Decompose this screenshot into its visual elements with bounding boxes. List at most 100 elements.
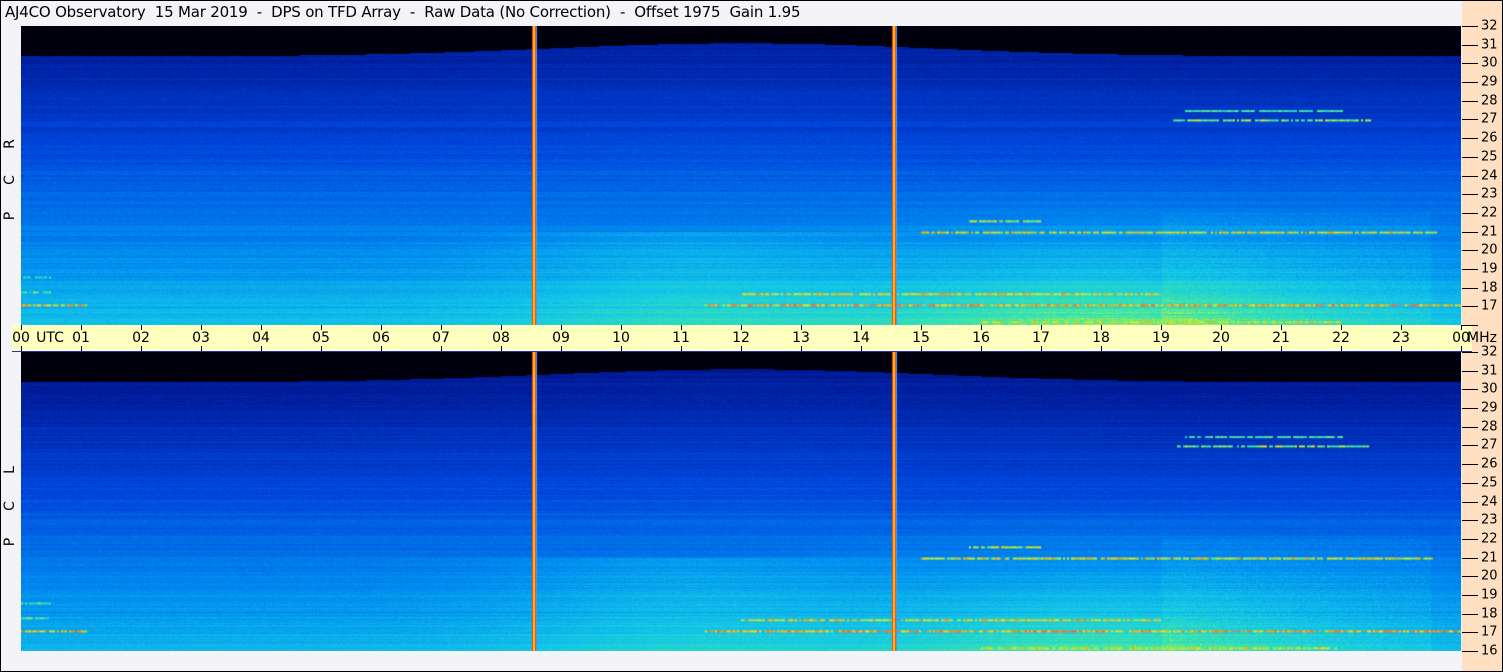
frequency-tick-mark — [1462, 594, 1478, 596]
frequency-tick-mark — [1462, 231, 1478, 233]
frequency-tick-label: 21 — [1481, 224, 1498, 240]
time-tick-mark — [681, 346, 682, 351]
frequency-tick-mark — [1462, 389, 1478, 391]
frequency-tick-mark — [1462, 352, 1478, 353]
frequency-tick-label: 27 — [1481, 437, 1498, 453]
frequency-tick-mark — [1462, 268, 1478, 270]
frequency-tick-label: 32 — [1481, 344, 1498, 360]
frequency-tick-mark — [1462, 175, 1478, 177]
time-tick-label: 11 — [672, 330, 690, 346]
frequency-tick-mark — [1462, 212, 1478, 214]
frequency-tick-label: 18 — [1481, 280, 1498, 296]
frequency-tick-label: 18 — [1481, 606, 1498, 622]
frequency-tick-label: 30 — [1481, 55, 1498, 71]
polarization-letter: P — [2, 537, 18, 547]
time-unit-label: UTC — [36, 330, 64, 346]
time-tick-label: 01 — [72, 330, 90, 346]
time-tick-label: 21 — [1272, 330, 1290, 346]
time-tick-mark — [441, 346, 442, 351]
polarization-letter: P — [2, 211, 18, 221]
frequency-tick-mark — [1462, 445, 1478, 447]
spectrogram-rcp — [21, 26, 1461, 325]
time-tick-mark — [1341, 346, 1342, 351]
frequency-tick-mark — [1462, 44, 1478, 46]
frequency-tick-label: 32 — [1481, 18, 1498, 34]
frequency-tick-label: 28 — [1481, 93, 1498, 109]
time-tick-mark — [1101, 346, 1102, 351]
frequency-tick-mark — [1462, 482, 1478, 484]
frequency-tick-label: 26 — [1481, 456, 1498, 472]
time-tick-mark — [561, 346, 562, 351]
time-tick-label: 22 — [1332, 330, 1350, 346]
time-tick-label: 20 — [1212, 330, 1230, 346]
time-tick-label: 15 — [912, 330, 930, 346]
frequency-tick-label: 20 — [1481, 242, 1498, 258]
polarization-label: R C P — [2, 126, 18, 234]
polarization-letter: C — [2, 175, 18, 185]
frequency-tick-mark — [1462, 408, 1478, 410]
frequency-tick-label: 23 — [1481, 186, 1498, 202]
time-tick-label: 02 — [132, 330, 150, 346]
frequency-tick-mark — [1462, 306, 1478, 308]
polarization-letter: C — [2, 501, 18, 511]
frequency-tick-mark — [1462, 26, 1478, 27]
frequency-tick-label: 19 — [1481, 261, 1498, 277]
time-tick-label: 10 — [612, 330, 630, 346]
frequency-tick-mark — [1462, 370, 1478, 372]
time-tick-label: 12 — [732, 330, 750, 346]
time-tick-mark — [861, 346, 862, 351]
frequency-tick-mark — [1462, 63, 1478, 65]
time-tick-mark — [1221, 346, 1222, 351]
frequency-tick-mark — [1462, 250, 1478, 252]
time-tick-label: 17 — [1032, 330, 1050, 346]
frequency-tick-mark — [1462, 426, 1478, 428]
frequency-tick-mark — [1462, 464, 1478, 466]
time-tick-mark — [801, 346, 802, 351]
frequency-tick-mark — [1462, 557, 1478, 559]
time-tick-mark — [921, 346, 922, 351]
time-tick-mark — [1161, 346, 1162, 351]
time-tick-label: 19 — [1152, 330, 1170, 346]
frequency-tick-mark — [1462, 613, 1478, 615]
time-tick-mark — [1281, 346, 1282, 351]
time-tick-mark — [321, 346, 322, 351]
chart-title: AJ4CO Observatory 15 Mar 2019 - DPS on T… — [5, 3, 801, 21]
frequency-tick-label: 21 — [1481, 550, 1498, 566]
frequency-tick-label: 31 — [1481, 37, 1498, 53]
polarization-label: L C P — [2, 452, 18, 560]
frequency-tick-mark — [1462, 325, 1478, 326]
time-tick-label: 13 — [792, 330, 810, 346]
frequency-tick-label: 25 — [1481, 149, 1498, 165]
time-tick-label: 04 — [252, 330, 270, 346]
frequency-tick-mark — [1462, 287, 1478, 289]
time-tick-mark — [1041, 346, 1042, 351]
time-tick-label: 06 — [372, 330, 390, 346]
frequency-tick-mark — [1462, 501, 1478, 503]
time-tick-mark — [501, 346, 502, 351]
spectrogram-lcp — [21, 352, 1461, 651]
frequency-tick-label: 28 — [1481, 419, 1498, 435]
frequency-tick-label: 25 — [1481, 475, 1498, 491]
polarization-letter: L — [2, 466, 18, 474]
time-tick-label: 03 — [192, 330, 210, 346]
frequency-tick-label: 19 — [1481, 587, 1498, 603]
time-tick-mark — [81, 346, 82, 351]
frequency-tick-label: 30 — [1481, 381, 1498, 397]
frequency-tick-mark — [1462, 138, 1478, 140]
frequency-tick-label: 23 — [1481, 512, 1498, 528]
frequency-tick-label: 24 — [1481, 168, 1498, 183]
time-tick-label: 05 — [312, 330, 330, 346]
time-tick-label: 14 — [852, 330, 870, 346]
time-tick-label: 00 — [12, 330, 30, 346]
frequency-tick-mark — [1462, 119, 1478, 121]
frequency-tick-label: 26 — [1481, 130, 1498, 146]
frequency-tick-label: 17 — [1481, 298, 1498, 314]
frequency-tick-label: 29 — [1481, 74, 1498, 90]
time-tick-mark — [981, 346, 982, 351]
polarization-letter: R — [2, 139, 18, 149]
time-tick-mark — [1461, 346, 1462, 351]
frequency-tick-mark — [1462, 520, 1478, 522]
frequency-tick-mark — [1462, 538, 1478, 540]
time-tick-mark — [1401, 346, 1402, 351]
frequency-tick-label: 22 — [1481, 205, 1498, 221]
